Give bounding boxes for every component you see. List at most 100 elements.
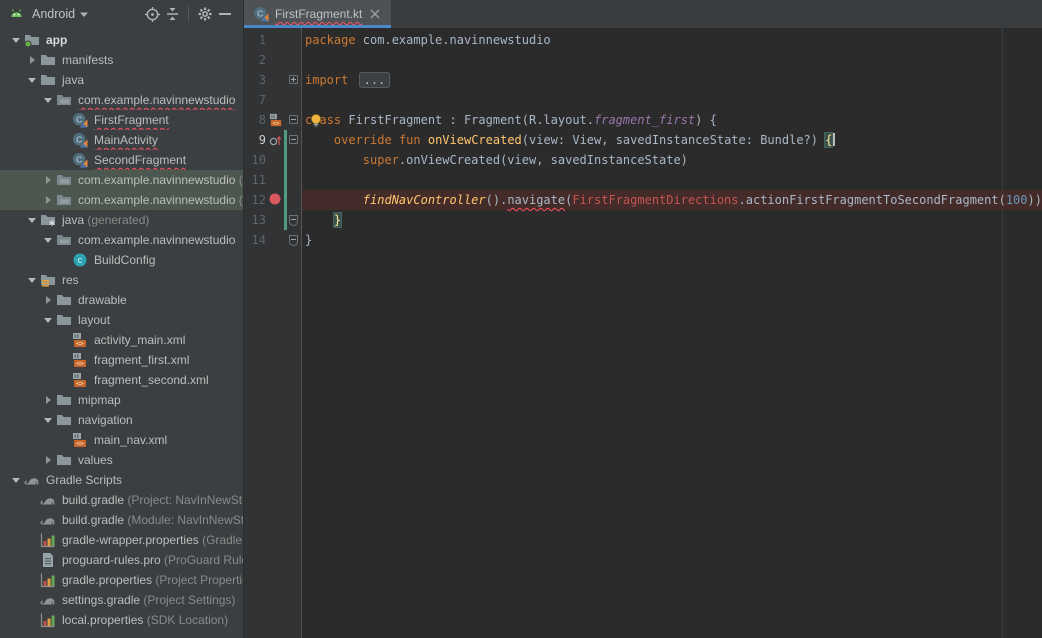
tree-item-mipmap[interactable]: mipmap xyxy=(0,390,243,410)
code-lines: 1package com.example.navinnewstudio23imp… xyxy=(244,28,1042,250)
tree-item-gradle-properties[interactable]: gradle.properties (Project Propertie xyxy=(0,570,243,590)
tree-item-firstfragment[interactable]: CFirstFragment xyxy=(0,110,243,130)
settings-gear-button[interactable] xyxy=(195,4,215,24)
kotlin-icon: C xyxy=(72,132,90,148)
code-text[interactable]: } xyxy=(302,210,1042,230)
tree-item-main-nav-xml[interactable]: <>main_nav.xml xyxy=(0,430,243,450)
tree-item-local-properties[interactable]: local.properties (SDK Location) xyxy=(0,610,243,630)
fold-marker[interactable] xyxy=(286,210,302,230)
chevron-collapsed-icon[interactable] xyxy=(40,390,56,410)
tree-item-values[interactable]: values xyxy=(0,450,243,470)
chevron-expanded-icon[interactable] xyxy=(40,230,56,250)
code-line-3[interactable]: 3import ... xyxy=(244,70,1042,90)
chevron-collapsed-icon[interactable] xyxy=(24,50,40,70)
chevron-expanded-icon[interactable] xyxy=(24,270,40,290)
code-line-13[interactable]: 13 } xyxy=(244,210,1042,230)
collapse-all-button[interactable] xyxy=(162,4,182,24)
no-arrow xyxy=(56,110,72,130)
tree-item-com-example-navinnewstudio[interactable]: com.example.navinnewstudio xyxy=(0,90,243,110)
chevron-expanded-icon[interactable] xyxy=(40,410,56,430)
code-text[interactable]: findNavController().navigate(FirstFragme… xyxy=(302,190,1042,210)
tree-item-activity-main-xml[interactable]: <>activity_main.xml xyxy=(0,330,243,350)
code-line-1[interactable]: 1package com.example.navinnewstudio xyxy=(244,30,1042,50)
tree-item-layout[interactable]: layout xyxy=(0,310,243,330)
code-line-7[interactable]: 7 xyxy=(244,90,1042,110)
code-text[interactable] xyxy=(302,170,1042,190)
breakpoint-icon[interactable] xyxy=(266,190,286,210)
gutter-slot xyxy=(266,30,286,50)
project-view-selector[interactable]: Android xyxy=(32,7,75,21)
tree-item-res[interactable]: res xyxy=(0,270,243,290)
fold-marker[interactable] xyxy=(286,130,302,150)
code-text[interactable]: super.onViewCreated(view, savedInstanceS… xyxy=(302,150,1042,170)
tab-firstfragment-kt[interactable]: C FirstFragment.kt xyxy=(244,0,391,28)
tree-item-gradle-scripts[interactable]: Gradle Scripts xyxy=(0,470,243,490)
tree-item-app[interactable]: app xyxy=(0,30,243,50)
tree-item-java[interactable]: java (generated) xyxy=(0,210,243,230)
code-text[interactable]: } xyxy=(302,230,1042,250)
tree-item-gradle-wrapper-properties[interactable]: gradle-wrapper.properties (Gradle V xyxy=(0,530,243,550)
chevron-collapsed-icon[interactable] xyxy=(40,290,56,310)
xml-icon: <> xyxy=(72,432,90,448)
tree-item-manifests[interactable]: manifests xyxy=(0,50,243,70)
line-number: 8 xyxy=(244,110,266,130)
buildconfig-icon: c xyxy=(72,252,90,268)
no-arrow xyxy=(56,430,72,450)
tree-item-proguard-rules-pro[interactable]: proguard-rules.pro (ProGuard Rule xyxy=(0,550,243,570)
code-text[interactable] xyxy=(302,50,1042,70)
editor-tab-bar: C FirstFragment.kt xyxy=(244,0,1042,28)
chevron-expanded-icon[interactable] xyxy=(40,310,56,330)
hide-panel-button[interactable] xyxy=(215,4,235,24)
fold-marker[interactable] xyxy=(286,70,302,90)
code-editor[interactable]: 1package com.example.navinnewstudio23imp… xyxy=(244,28,1042,638)
tree-item-secondfragment[interactable]: CSecondFragment xyxy=(0,150,243,170)
chevron-down-icon[interactable] xyxy=(79,6,91,22)
tree-item-mainactivity[interactable]: CMainActivity xyxy=(0,130,243,150)
code-line-8[interactable]: 8<>class FirstFragment : Fragment(R.layo… xyxy=(244,110,1042,130)
tree-item-fragment-second-xml[interactable]: <>fragment_second.xml xyxy=(0,370,243,390)
chevron-collapsed-icon[interactable] xyxy=(40,450,56,470)
tree-item-fragment-first-xml[interactable]: <>fragment_first.xml xyxy=(0,350,243,370)
chevron-collapsed-icon[interactable] xyxy=(40,190,56,210)
tree-item-build-gradle[interactable]: build.gradle (Project: NavInNewStu xyxy=(0,490,243,510)
code-line-12[interactable]: 12 findNavController().navigate(FirstFra… xyxy=(244,190,1042,210)
kotlin-icon: C xyxy=(72,152,90,168)
code-line-10[interactable]: 10 super.onViewCreated(view, savedInstan… xyxy=(244,150,1042,170)
gradle-icon xyxy=(40,512,58,528)
fold-marker[interactable] xyxy=(286,110,302,130)
fold-marker[interactable] xyxy=(286,230,302,250)
tree-item-drawable[interactable]: drawable xyxy=(0,290,243,310)
close-tab-icon[interactable] xyxy=(368,7,382,21)
chevron-expanded-icon[interactable] xyxy=(24,210,40,230)
tree-item-settings-gradle[interactable]: settings.gradle (Project Settings) xyxy=(0,590,243,610)
tree-item-buildconfig[interactable]: cBuildConfig xyxy=(0,250,243,270)
code-text[interactable]: import ... xyxy=(302,70,1042,90)
code-line-2[interactable]: 2 xyxy=(244,50,1042,70)
code-line-14[interactable]: 14} xyxy=(244,230,1042,250)
tree-item-build-gradle[interactable]: build.gradle (Module: NavInNewSt xyxy=(0,510,243,530)
folder-icon xyxy=(56,412,74,428)
tree-item-com-example-navinnewstudio[interactable]: com.example.navinnewstudio ( xyxy=(0,190,243,210)
fold-column xyxy=(286,170,302,190)
code-text[interactable]: package com.example.navinnewstudio xyxy=(302,30,1042,50)
folder-icon xyxy=(40,52,58,68)
code-text[interactable]: class FirstFragment : Fragment(R.layout.… xyxy=(302,110,1042,130)
code-line-9[interactable]: 9 override fun onViewCreated(view: View,… xyxy=(244,130,1042,150)
code-text[interactable] xyxy=(302,90,1042,110)
android-studio-window: Android appmanifestsjavacom.example.navi… xyxy=(0,0,1042,638)
tree-item-com-example-navinnewstudio[interactable]: com.example.navinnewstudio xyxy=(0,230,243,250)
intention-bulb-icon[interactable] xyxy=(309,113,323,127)
no-arrow xyxy=(24,510,40,530)
chevron-expanded-icon[interactable] xyxy=(40,90,56,110)
chevron-expanded-icon[interactable] xyxy=(8,30,24,50)
svg-text:<>: <> xyxy=(76,440,84,448)
code-line-11[interactable]: 11 xyxy=(244,170,1042,190)
chevron-expanded-icon[interactable] xyxy=(24,70,40,90)
locate-file-button[interactable] xyxy=(142,4,162,24)
tree-item-navigation[interactable]: navigation xyxy=(0,410,243,430)
tree-item-java[interactable]: java xyxy=(0,70,243,90)
chevron-collapsed-icon[interactable] xyxy=(40,170,56,190)
tree-item-com-example-navinnewstudio[interactable]: com.example.navinnewstudio ( xyxy=(0,170,243,190)
chevron-expanded-icon[interactable] xyxy=(8,470,24,490)
code-text[interactable]: override fun onViewCreated(view: View, s… xyxy=(302,130,1042,150)
